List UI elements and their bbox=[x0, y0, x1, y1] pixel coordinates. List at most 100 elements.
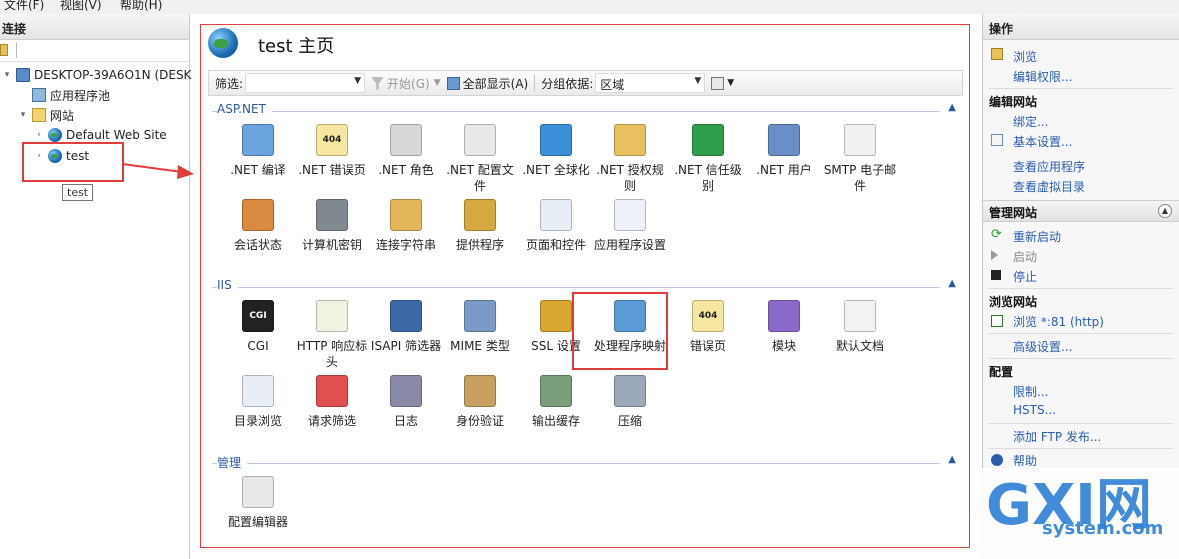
feature-aspnet-7[interactable]: .NET 用户 bbox=[746, 124, 822, 178]
feature-aspnet-2[interactable]: .NET 角色 bbox=[368, 124, 444, 178]
browse-81-link[interactable]: 浏览 *:81 (http) bbox=[1013, 313, 1104, 330]
browse-site-header: 浏览网站 bbox=[989, 295, 1038, 309]
app-pool-icon bbox=[32, 88, 46, 102]
tree-item-app-pools[interactable]: 应用程序池 bbox=[18, 86, 110, 104]
collapse-arrow-icon[interactable]: ▾ bbox=[2, 70, 12, 80]
collapse-section-icon[interactable]: ▲ bbox=[948, 278, 956, 289]
view-applications-link[interactable]: 查看应用程序 bbox=[1013, 158, 1085, 175]
feature-label: .NET 用户 bbox=[756, 163, 812, 177]
menu-view[interactable]: 视图(V) bbox=[60, 0, 102, 13]
feature-label: 请求筛选 bbox=[307, 414, 356, 428]
feature-iis-9[interactable]: 目录浏览 bbox=[220, 375, 296, 429]
feature-aspnet-12[interactable]: 提供程序 bbox=[442, 199, 518, 253]
feature-iis-14[interactable]: 压缩 bbox=[592, 375, 668, 429]
feature-aspnet-6[interactable]: .NET 信任级别 bbox=[670, 124, 746, 194]
globe-icon bbox=[540, 124, 572, 156]
filter-input[interactable]: ▼ bbox=[245, 73, 366, 93]
feature-aspnet-3[interactable]: .NET 配置文件 bbox=[442, 124, 518, 194]
feature-iis-0[interactable]: CGI CGI bbox=[220, 300, 296, 354]
feature-aspnet-11[interactable]: 连接字符串 bbox=[368, 199, 444, 253]
restart-link[interactable]: 重新启动 bbox=[1013, 228, 1061, 245]
expand-arrow-icon[interactable]: › bbox=[34, 130, 44, 140]
hsts-link[interactable]: HSTS... bbox=[1013, 403, 1056, 417]
start-link[interactable]: 启动 bbox=[1013, 248, 1037, 265]
advanced-settings-link[interactable]: 高级设置... bbox=[1013, 338, 1072, 355]
dropdown-arrow-icon: ▼ bbox=[354, 76, 362, 86]
collapse-icon[interactable]: ▲ bbox=[1158, 204, 1172, 218]
menu-help[interactable]: 帮助(H) bbox=[120, 0, 162, 13]
menu-file[interactable]: 文件(F) bbox=[4, 0, 44, 13]
basic-settings-link[interactable]: 基本设置... bbox=[1013, 133, 1072, 150]
limits-link[interactable]: 限制... bbox=[1013, 383, 1048, 400]
feature-label: .NET 配置文件 bbox=[446, 163, 514, 193]
feature-label: 身份验证 bbox=[455, 414, 504, 428]
collapse-arrow-icon[interactable]: ▾ bbox=[18, 110, 28, 120]
help-icon bbox=[991, 454, 1003, 466]
feature-label: .NET 编译 bbox=[230, 163, 286, 177]
pages-controls-icon bbox=[540, 199, 572, 231]
feature-aspnet-10[interactable]: 计算机密钥 bbox=[294, 199, 370, 253]
feature-aspnet-13[interactable]: 页面和控件 bbox=[518, 199, 594, 253]
feature-label: .NET 信任级别 bbox=[674, 163, 742, 193]
tree-item-label: 网站 bbox=[50, 108, 75, 123]
collapse-section-icon[interactable]: ▲ bbox=[948, 454, 956, 465]
connections-toolbar bbox=[0, 40, 189, 62]
connect-icon[interactable] bbox=[0, 44, 8, 56]
feature-iis-1[interactable]: HTTP 响应标头 bbox=[294, 300, 370, 370]
group-by-select[interactable]: 区域 ▼ bbox=[595, 73, 706, 93]
stop-link[interactable]: 停止 bbox=[1013, 268, 1037, 285]
dropdown-arrow-icon: ▼ bbox=[694, 76, 702, 86]
view-button[interactable]: ▼ bbox=[711, 76, 734, 90]
feature-aspnet-1[interactable]: 404 .NET 错误页 bbox=[294, 124, 370, 178]
tree-item-label: 应用程序池 bbox=[50, 88, 111, 103]
bindings-link[interactable]: 绑定... bbox=[1013, 113, 1048, 130]
funnel-icon bbox=[371, 76, 385, 90]
toolbar-separator bbox=[16, 43, 17, 58]
feature-manage-0[interactable]: 配置编辑器 bbox=[220, 476, 296, 530]
show-all-button[interactable]: 全部显示(A) bbox=[446, 75, 528, 92]
feature-aspnet-0[interactable]: .NET 编译 bbox=[220, 124, 296, 178]
tree-item-sites[interactable]: ▾ 网站 bbox=[18, 106, 74, 124]
tree-item-server[interactable]: ▾ DESKTOP-39A6O1N (DESK bbox=[2, 66, 191, 84]
feature-aspnet-14[interactable]: 应用程序设置 bbox=[592, 199, 668, 253]
view-virtual-dirs-link[interactable]: 查看虚拟目录 bbox=[1013, 178, 1085, 195]
modules-icon bbox=[768, 300, 800, 332]
arrow-annotation-icon bbox=[121, 163, 194, 179]
start-button[interactable]: 开始(G) ▼ bbox=[371, 75, 441, 92]
feature-label: 错误页 bbox=[689, 339, 726, 353]
feature-iis-11[interactable]: 日志 bbox=[368, 375, 444, 429]
feature-label: CGI bbox=[247, 339, 269, 353]
feature-aspnet-8[interactable]: SMTP 电子邮件 bbox=[822, 124, 898, 194]
feature-label: ISAPI 筛选器 bbox=[370, 339, 442, 353]
configure-header: 配置 bbox=[989, 365, 1014, 379]
feature-label: MIME 类型 bbox=[450, 339, 510, 353]
server-icon bbox=[16, 68, 30, 82]
users-icon bbox=[768, 124, 800, 156]
feature-iis-10[interactable]: 请求筛选 bbox=[294, 375, 370, 429]
feature-iis-6[interactable]: 404 错误页 bbox=[670, 300, 746, 354]
feature-iis-7[interactable]: 模块 bbox=[746, 300, 822, 354]
feature-aspnet-9[interactable]: 会话状态 bbox=[220, 199, 296, 253]
add-ftp-link[interactable]: 添加 FTP 发布... bbox=[1013, 428, 1101, 445]
session-icon bbox=[242, 199, 274, 231]
feature-iis-2[interactable]: ISAPI 筛选器 bbox=[368, 300, 444, 354]
connections-title: 连接 bbox=[0, 14, 189, 40]
roles-icon bbox=[390, 124, 422, 156]
download-arrow-icon bbox=[242, 124, 274, 156]
feature-iis-12[interactable]: 身份验证 bbox=[442, 375, 518, 429]
globe-icon bbox=[48, 128, 62, 142]
browse-link[interactable]: 浏览 bbox=[1013, 48, 1037, 65]
feature-iis-8[interactable]: 默认文档 bbox=[822, 300, 898, 354]
http-headers-icon bbox=[316, 300, 348, 332]
feature-aspnet-4[interactable]: .NET 全球化 bbox=[518, 124, 594, 178]
cgi-icon: CGI bbox=[242, 300, 274, 332]
collapse-section-icon[interactable]: ▲ bbox=[948, 102, 956, 113]
feature-aspnet-5[interactable]: .NET 授权规则 bbox=[592, 124, 668, 194]
edit-permissions-link[interactable]: 编辑权限... bbox=[1013, 68, 1072, 85]
help-link[interactable]: 帮助 bbox=[1013, 452, 1037, 469]
stop-icon bbox=[991, 270, 1001, 280]
feature-iis-3[interactable]: MIME 类型 bbox=[442, 300, 518, 354]
providers-icon bbox=[464, 199, 496, 231]
feature-iis-13[interactable]: 输出缓存 bbox=[518, 375, 594, 429]
trust-check-icon bbox=[692, 124, 724, 156]
